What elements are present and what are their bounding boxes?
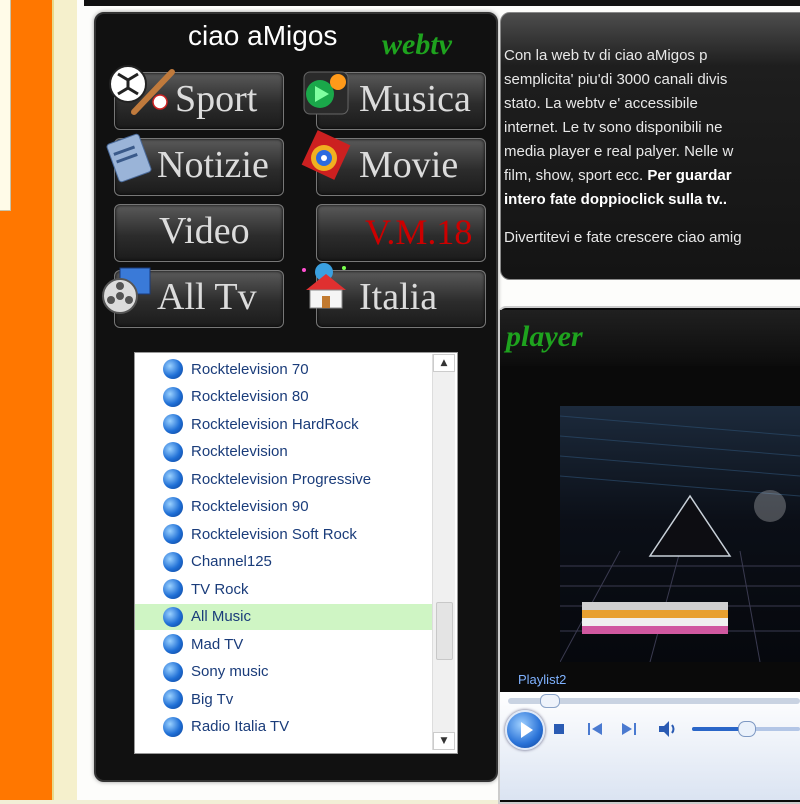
scroll-up-button[interactable]: ▲ (433, 354, 455, 372)
scroll-thumb[interactable] (436, 602, 453, 660)
channel-name: Rocktelevision 80 (191, 388, 309, 405)
player-controls (500, 692, 800, 800)
channel-list-item[interactable]: Mad TV (135, 631, 435, 657)
seek-knob[interactable] (540, 694, 560, 708)
movie-icon (301, 130, 351, 180)
category-vm18-label: V.M.18 (365, 212, 473, 252)
category-movie-label: Movie (359, 144, 459, 186)
info-line: media player e real palyer. Nelle w (504, 143, 734, 160)
news-icon (106, 133, 152, 183)
category-italia-label: Italia (359, 276, 438, 318)
channel-list-item[interactable]: Rocktelevision 80 (135, 384, 435, 410)
site-title-accent: webtv (382, 28, 452, 61)
page-divider (52, 0, 79, 800)
channel-name: Rocktelevision HardRock (191, 415, 359, 433)
site-title: ciao aMigos (188, 20, 338, 51)
channel-name: Mad TV (191, 635, 244, 653)
globe-icon (163, 386, 183, 407)
house-icon (302, 263, 346, 309)
channel-name: Rocktelevision Progressive (191, 470, 372, 488)
info-bold-text: Per guardar (643, 167, 732, 184)
channel-list-item[interactable]: Rocktelevision Progressive (135, 466, 435, 492)
channel-list-item[interactable]: Big Tv (135, 686, 435, 712)
top-rule (84, 0, 800, 6)
channel-name: Rocktelevision (191, 443, 288, 460)
info-line: Con la web tv di ciao aMigos p (504, 47, 708, 64)
globe-icon (163, 414, 183, 434)
channel-name: TV Rock (191, 580, 249, 598)
channel-name: Rocktelevision Soft Rock (191, 525, 357, 543)
globe-icon (163, 689, 183, 709)
player-title: player (506, 320, 583, 353)
sport-icon (109, 65, 175, 115)
info-line: semplicita' piu'di 3000 canali divis (504, 71, 728, 88)
info-line-text: film, show, sport ecc. (504, 167, 644, 184)
channel-name: All Music (191, 608, 252, 625)
info-line: internet. Le tv sono disponibili ne (504, 119, 723, 136)
film-reel-icon (102, 267, 151, 314)
globe-icon (163, 496, 183, 517)
globe-icon (163, 551, 183, 572)
channel-name: Big Tv (191, 690, 234, 708)
playlist-label: Playlist2 (518, 672, 567, 687)
globe-icon (163, 524, 183, 544)
category-alltv-label: All Tv (157, 276, 257, 318)
category-musica-label: Musica (359, 78, 471, 120)
category-vm18-button[interactable]: V.M.18 (316, 204, 486, 262)
volume-icon[interactable] (656, 718, 678, 740)
next-button[interactable] (618, 718, 640, 740)
info-footer: Divertitevi e fate crescere ciao amig (504, 229, 742, 246)
channel-name: Channel125 (191, 553, 272, 570)
channel-list-item[interactable]: Radio Italia TV (135, 714, 435, 740)
globe-icon (163, 359, 183, 379)
category-sport-label: Sport (175, 78, 258, 120)
channel-name: Rocktelevision 90 (191, 498, 309, 515)
info-line: stato. La webtv e' accessibile (504, 95, 698, 112)
info-bold-line: intero fate doppioclick sulla tv.. (504, 191, 728, 208)
globe-icon (163, 579, 183, 599)
music-icon (303, 71, 349, 115)
globe-icon (163, 661, 183, 682)
globe-icon (163, 469, 183, 489)
channel-name: Radio Italia TV (191, 718, 290, 735)
play-button[interactable] (505, 710, 545, 750)
volume-knob[interactable] (738, 721, 756, 737)
channel-name: Rocktelevision 70 (191, 360, 309, 378)
channel-list-item[interactable]: Rocktelevision 70 (135, 356, 435, 382)
channel-list-item[interactable]: Rocktelevision HardRock (135, 411, 435, 437)
channel-list-item[interactable]: Rocktelevision Soft Rock (135, 521, 435, 547)
channel-list-item[interactable]: Rocktelevision 90 (135, 494, 435, 520)
sidebar-tab (0, 0, 11, 211)
stop-button[interactable] (548, 718, 570, 740)
info-text: Con la web tv di ciao aMigos p semplicit… (504, 44, 800, 250)
play-icon (521, 722, 533, 738)
video-display[interactable] (560, 406, 800, 662)
channel-name: Sony music (191, 663, 269, 680)
channel-list-item[interactable]: Rocktelevision (135, 439, 435, 465)
category-video-label: Video (159, 210, 250, 252)
left-sidebar (0, 0, 52, 800)
info-line: film, show, sport ecc. Per guardar (504, 164, 800, 188)
category-video-button[interactable]: Video (114, 204, 284, 262)
globe-icon (163, 716, 183, 737)
previous-button[interactable] (584, 718, 606, 740)
channel-list-item[interactable]: Channel125 (135, 549, 435, 575)
category-notizie-label: Notizie (157, 144, 269, 186)
scroll-down-button[interactable]: ▼ (433, 732, 455, 750)
globe-icon (163, 441, 183, 462)
globe-icon (163, 606, 183, 627)
globe-icon (163, 634, 183, 654)
channel-list-item[interactable]: Sony music (135, 659, 435, 685)
channel-list-item[interactable]: All Music (135, 603, 435, 630)
video-frame (560, 415, 800, 662)
channel-list-scrollbar[interactable]: ▲ ▼ (432, 354, 455, 750)
channel-list-item[interactable]: TV Rock (135, 576, 435, 602)
channel-list[interactable]: Rocktelevision 70 Rocktelevision 80 Rockte… (134, 352, 458, 754)
